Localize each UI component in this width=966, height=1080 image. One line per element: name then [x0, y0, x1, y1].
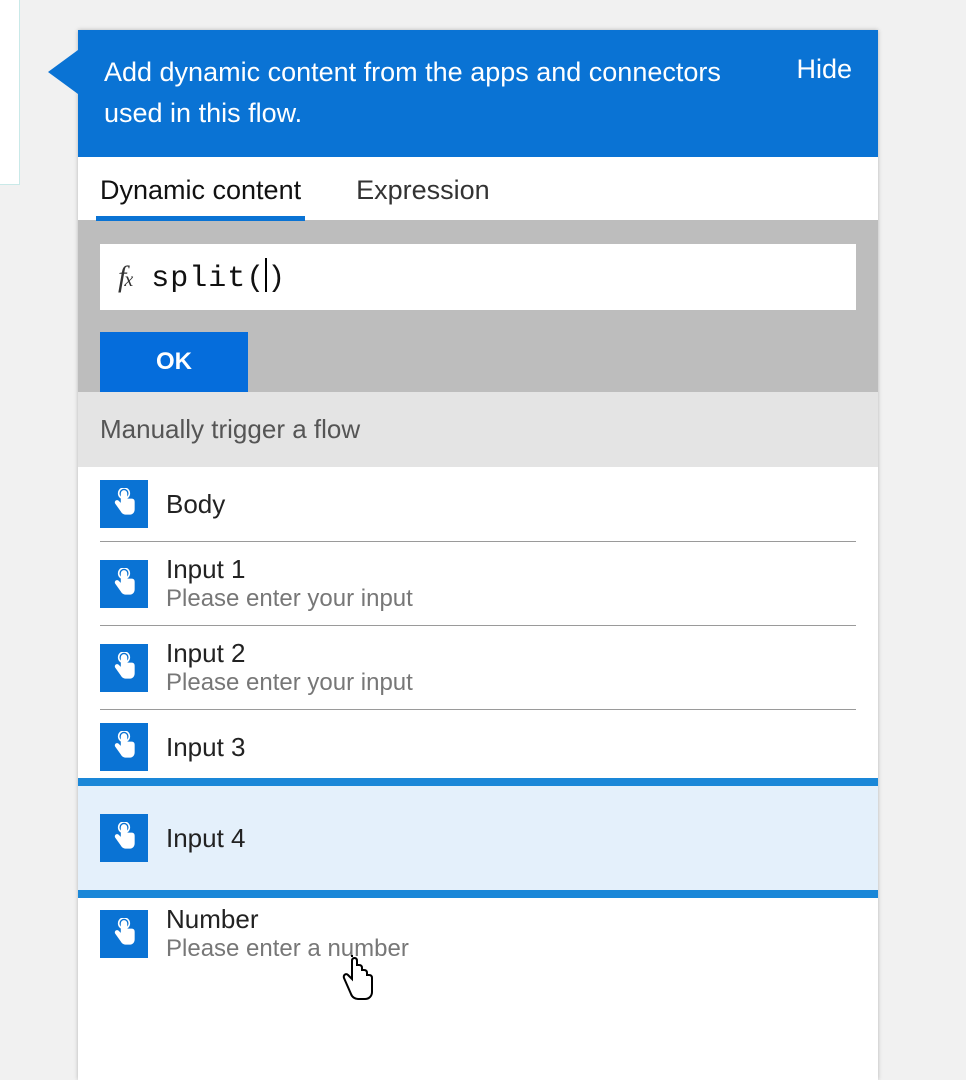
item-label: Body	[166, 489, 225, 520]
item-label: Number	[166, 904, 409, 935]
section-header: Manually trigger a flow	[78, 392, 878, 467]
item-label: Input 1	[166, 554, 413, 585]
flyout-arrow-icon	[48, 50, 78, 94]
tap-icon	[100, 644, 148, 692]
tap-icon	[100, 814, 148, 862]
tap-icon	[100, 480, 148, 528]
tap-icon	[100, 723, 148, 771]
item-label: Input 2	[166, 638, 413, 669]
item-description: Please enter your input	[166, 585, 413, 613]
expression-value: split()	[151, 258, 286, 296]
tab-bar: Dynamic content Expression	[78, 157, 878, 220]
item-description: Please enter a number	[166, 935, 409, 963]
list-item-body[interactable]: Body	[78, 467, 878, 541]
fx-icon: fx	[118, 260, 131, 294]
tab-dynamic-content[interactable]: Dynamic content	[100, 175, 301, 220]
list-item-input-1[interactable]: Input 1 Please enter your input	[78, 542, 878, 625]
panel-header: Add dynamic content from the apps and co…	[78, 30, 878, 157]
tab-expression[interactable]: Expression	[356, 175, 490, 220]
expression-editor-area: fx split() OK	[78, 220, 878, 392]
ok-button[interactable]: OK	[100, 332, 248, 392]
expression-input[interactable]: fx split()	[100, 244, 856, 310]
list-item-input-3[interactable]: Input 3	[78, 710, 878, 784]
item-label: Input 3	[166, 732, 246, 763]
tap-icon	[100, 910, 148, 958]
item-label: Input 4	[166, 823, 246, 854]
tap-icon	[100, 560, 148, 608]
item-description: Please enter your input	[166, 669, 413, 697]
hide-button[interactable]: Hide	[796, 52, 852, 85]
dynamic-content-list: Body Input 1 Please enter your input Inp…	[78, 467, 878, 975]
prior-panel-remnant	[0, 0, 20, 185]
list-item-number[interactable]: Number Please enter a number	[78, 892, 878, 975]
list-item-input-4[interactable]: Input 4	[78, 784, 878, 892]
dynamic-content-panel: Add dynamic content from the apps and co…	[78, 30, 878, 1080]
panel-description: Add dynamic content from the apps and co…	[104, 52, 744, 133]
list-item-input-2[interactable]: Input 2 Please enter your input	[78, 626, 878, 709]
